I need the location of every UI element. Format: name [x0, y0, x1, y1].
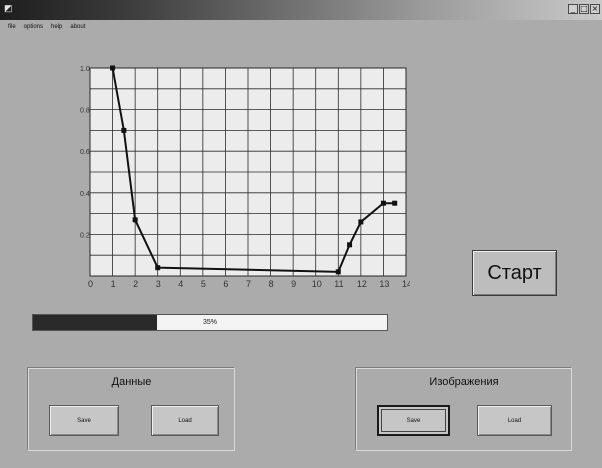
- menu-item-options[interactable]: options: [24, 24, 43, 30]
- x-tick-label: 10: [312, 279, 322, 289]
- start-button[interactable]: Старт: [472, 250, 557, 296]
- x-tick-label: 9: [291, 279, 296, 289]
- data-point: [335, 269, 341, 275]
- x-tick-label: 7: [246, 279, 251, 289]
- x-tick-label: 3: [156, 279, 161, 289]
- progress-bar: 35%: [32, 314, 388, 331]
- x-tick-label: 11: [334, 279, 343, 289]
- x-tick-label: 13: [379, 279, 389, 289]
- x-tick-label: 0: [88, 279, 93, 289]
- x-tick-label: 12: [357, 279, 367, 289]
- data-point: [132, 217, 138, 223]
- data-point: [358, 219, 364, 225]
- y-tick-label: 1.0: [80, 66, 90, 73]
- data-point: [347, 242, 353, 248]
- data-group-title: Данные: [111, 376, 152, 388]
- data-save-button[interactable]: Save: [49, 405, 119, 436]
- data-point: [121, 127, 127, 133]
- menu-item-about[interactable]: about: [70, 24, 85, 30]
- window-controls: _ □ ×: [568, 4, 600, 14]
- menu-item-help[interactable]: help: [51, 24, 62, 30]
- minimize-button[interactable]: _: [568, 4, 578, 14]
- menu-item-file[interactable]: file: [8, 24, 16, 30]
- data-group: Данные Save Load: [28, 368, 235, 451]
- x-tick-label: 4: [178, 279, 183, 289]
- data-point: [392, 200, 398, 206]
- x-tick-label: 6: [223, 279, 228, 289]
- progress-label: 35%: [202, 319, 217, 326]
- images-save-button[interactable]: Save: [377, 405, 450, 436]
- line-chart: 0 1 2 3 4 5 6 7 8 9 10 11 12 13 140.20.40.60.81.0: [80, 65, 412, 289]
- maximize-button[interactable]: □: [579, 4, 589, 14]
- images-group: Изображения Save Load: [356, 368, 572, 451]
- y-tick-label: 0.6: [80, 149, 90, 156]
- chart-panel: 0 1 2 3 4 5 6 7 8 9 10 11 12 13 14 0.2 0.4 0.6 0.8 1.0: [78, 64, 412, 290]
- x-tick-label: 8: [269, 279, 274, 289]
- images-load-button[interactable]: Load: [477, 405, 552, 436]
- app-icon: ◩: [4, 3, 13, 13]
- menu-bar: file options help about: [0, 20, 602, 33]
- y-tick-label: 0.4: [80, 191, 90, 198]
- y-tick-label: 0.2: [80, 232, 90, 239]
- x-tick-label: 2: [133, 279, 138, 289]
- x-tick-label: 14: [402, 279, 410, 289]
- data-point: [110, 65, 116, 71]
- close-button[interactable]: ×: [590, 4, 600, 14]
- data-point: [380, 200, 386, 206]
- x-tick-label: 1: [111, 279, 116, 289]
- y-tick-label: 0.8: [80, 108, 90, 115]
- data-load-button[interactable]: Load: [151, 405, 219, 436]
- title-bar: ◩ _ □ ×: [0, 0, 602, 20]
- data-point: [155, 265, 161, 271]
- images-group-title: Изображения: [429, 376, 499, 388]
- x-tick-label: 5: [201, 279, 206, 289]
